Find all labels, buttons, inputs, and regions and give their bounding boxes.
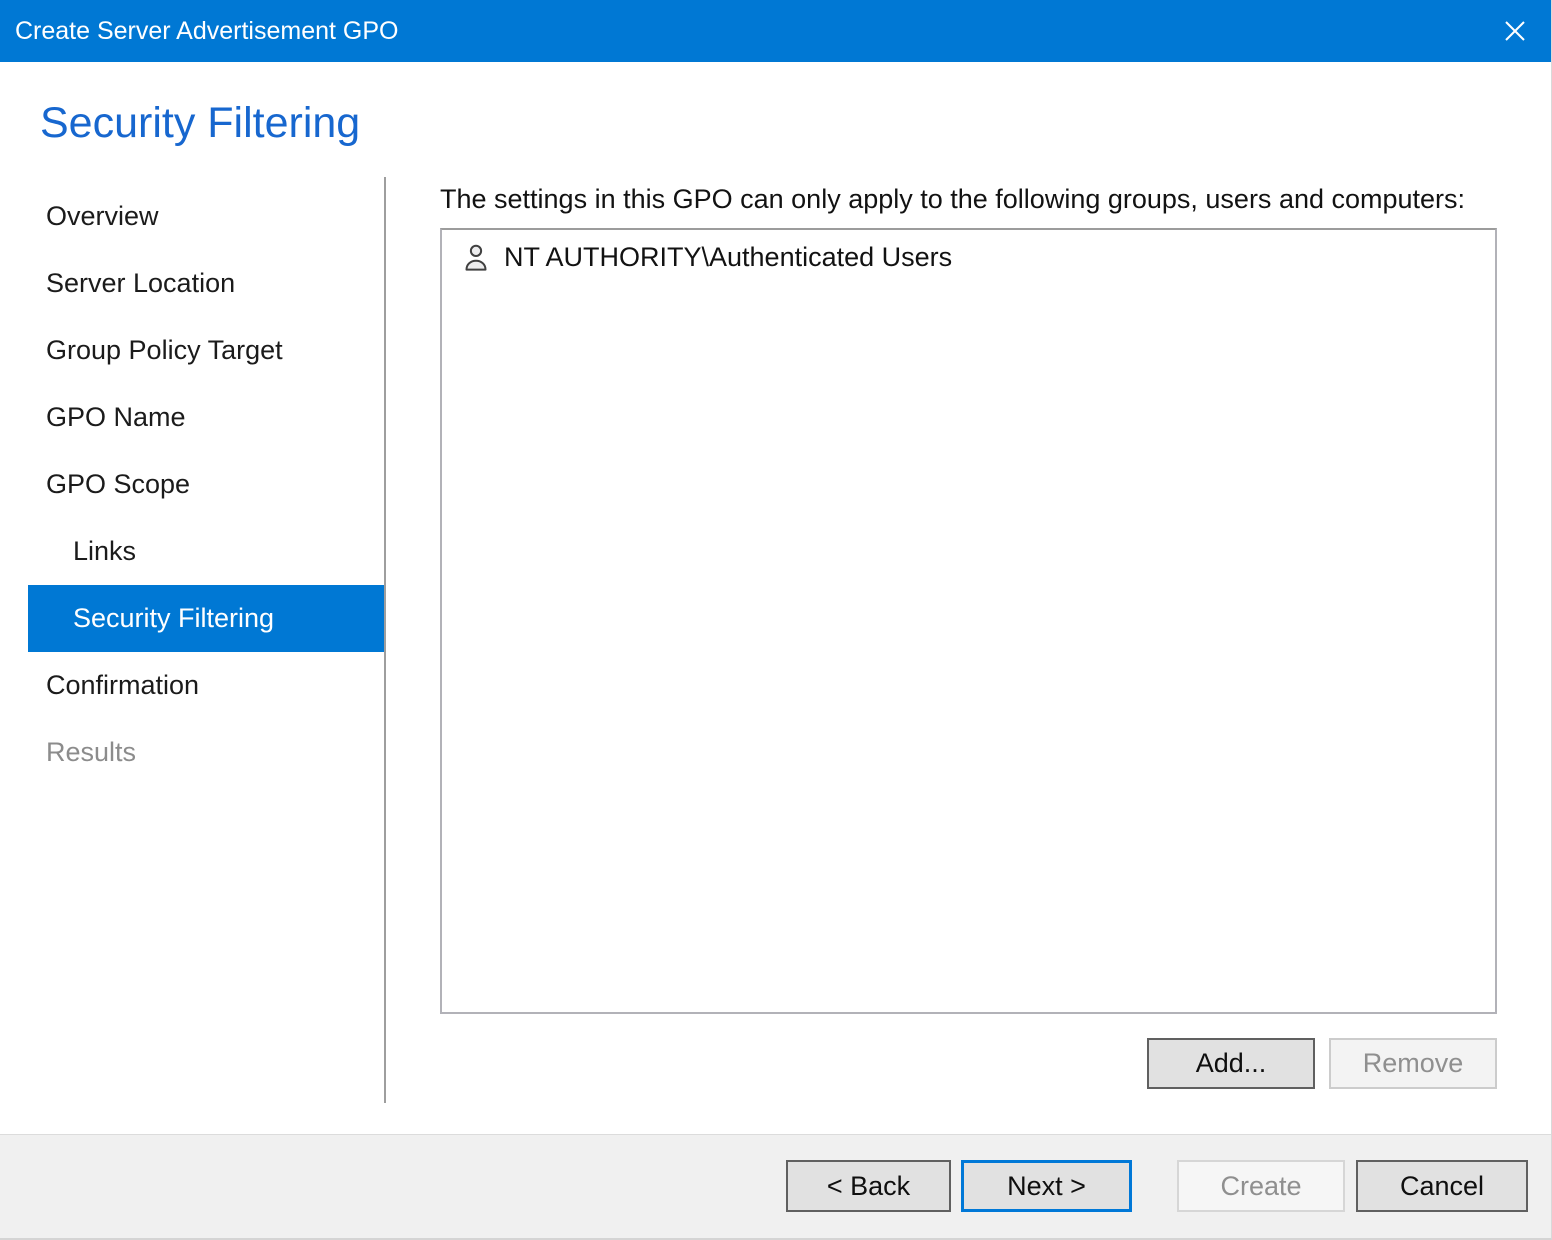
close-button[interactable] [1487, 0, 1543, 62]
wizard-steps-nav: Overview Server Location Group Policy Ta… [0, 183, 384, 786]
sidebar-item-links[interactable]: Links [28, 518, 384, 585]
sidebar-item-gpo-name[interactable]: GPO Name [28, 384, 384, 451]
sidebar-divider [384, 177, 386, 1103]
close-icon [1502, 18, 1528, 44]
create-button: Create [1177, 1160, 1345, 1212]
sidebar-item-security-filtering[interactable]: Security Filtering [28, 585, 384, 652]
wizard-window: Create Server Advertisement GPO Security… [0, 0, 1552, 1240]
security-principals-list[interactable]: NT AUTHORITY\Authenticated Users [440, 228, 1497, 1014]
page-title: Security Filtering [40, 99, 360, 148]
person-icon [461, 241, 491, 273]
window-title: Create Server Advertisement GPO [15, 17, 398, 46]
sidebar-item-server-location[interactable]: Server Location [28, 250, 384, 317]
sidebar-item-results: Results [28, 719, 384, 786]
back-button[interactable]: < Back [786, 1160, 951, 1212]
remove-button: Remove [1329, 1038, 1497, 1089]
next-button[interactable]: Next > [961, 1160, 1132, 1212]
security-filtering-instruction: The settings in this GPO can only apply … [440, 184, 1465, 215]
cancel-button[interactable]: Cancel [1356, 1160, 1528, 1212]
sidebar-item-confirmation[interactable]: Confirmation [28, 652, 384, 719]
sidebar-item-gpo-scope[interactable]: GPO Scope [28, 451, 384, 518]
title-bar: Create Server Advertisement GPO [0, 0, 1551, 62]
principal-name: NT AUTHORITY\Authenticated Users [504, 242, 952, 273]
add-button[interactable]: Add... [1147, 1038, 1315, 1089]
list-item[interactable]: NT AUTHORITY\Authenticated Users [442, 230, 1495, 273]
sidebar-item-group-policy-target[interactable]: Group Policy Target [28, 317, 384, 384]
sidebar-item-overview[interactable]: Overview [28, 183, 384, 250]
